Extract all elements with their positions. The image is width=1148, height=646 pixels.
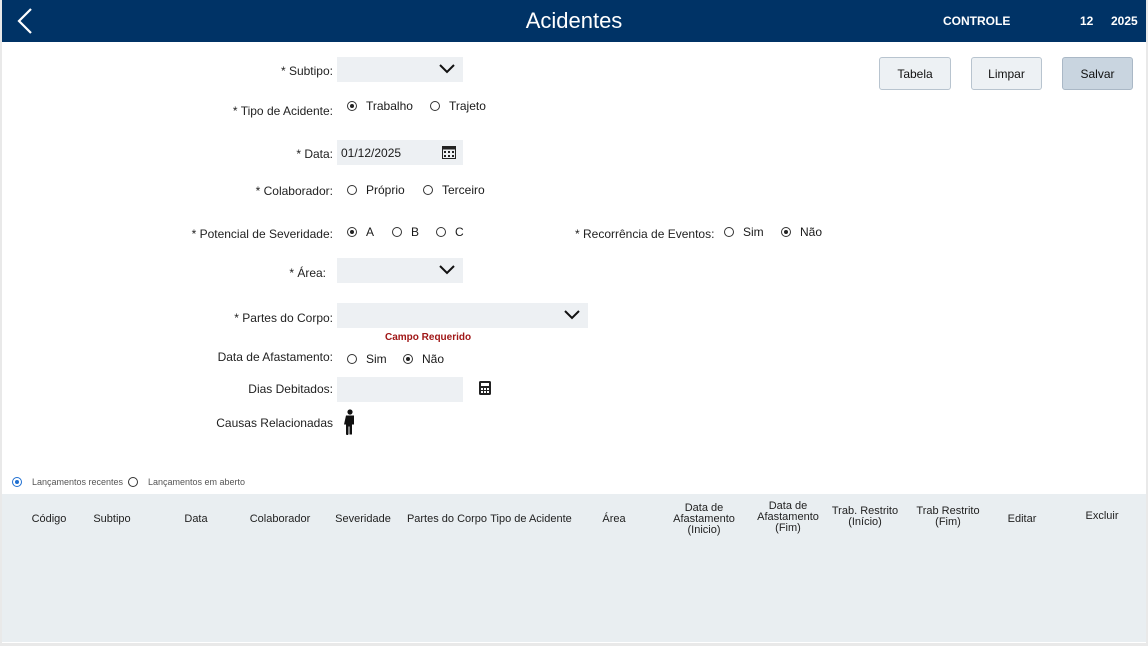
column-header-excluir: Excluir bbox=[1085, 509, 1119, 522]
colaborador-terceiro-radio[interactable]: Terceiro bbox=[423, 183, 485, 197]
column-header-subtipo: Subtipo bbox=[93, 512, 131, 525]
column-header-severidade: Severidade bbox=[335, 512, 391, 525]
severidade-b-radio[interactable]: B bbox=[392, 225, 419, 239]
radio-selected-icon bbox=[347, 101, 357, 111]
tipo-acidente-label: * Tipo de Acidente: bbox=[232, 104, 333, 118]
column-header-tipo-acidente: Tipo de Acidente bbox=[490, 512, 572, 525]
radio-unselected-icon bbox=[347, 354, 357, 364]
colaborador-proprio-label: Próprio bbox=[366, 183, 405, 197]
column-header-partes-corpo: Partes do Corpo bbox=[406, 512, 488, 525]
partes-corpo-label: * Partes do Corpo: bbox=[234, 311, 333, 325]
column-header-trab-restrito-fim: Trab Restrito (Fim) bbox=[916, 505, 980, 528]
tipo-trajeto-radio[interactable]: Trajeto bbox=[430, 99, 486, 113]
data-afastamento-label: Data de Afastamento: bbox=[217, 350, 333, 364]
recorrencia-nao-label: Não bbox=[800, 225, 823, 239]
salvar-button[interactable]: Salvar bbox=[1062, 57, 1133, 90]
radio-unselected-icon bbox=[724, 227, 734, 237]
tipo-trabalho-radio[interactable]: Trabalho bbox=[347, 99, 413, 113]
column-header-editar: Editar bbox=[1007, 512, 1037, 525]
subtipo-label: * Subtipo: bbox=[280, 64, 333, 78]
afastamento-nao-radio[interactable]: Não bbox=[403, 352, 444, 366]
colaborador-label: * Colaborador: bbox=[255, 184, 333, 198]
calculator-icon[interactable] bbox=[479, 381, 491, 395]
partes-corpo-dropdown[interactable] bbox=[337, 303, 588, 328]
column-header-data: Data bbox=[184, 512, 208, 525]
afastamento-sim-radio[interactable]: Sim bbox=[347, 352, 387, 366]
radio-unselected-icon bbox=[430, 101, 440, 111]
app-window: Acidentes CONTROLE 12 2025 Tabela Limpar… bbox=[2, 0, 1146, 643]
tipo-trabalho-label: Trabalho bbox=[366, 99, 413, 113]
tipo-trajeto-label: Trajeto bbox=[449, 99, 486, 113]
severidade-a-label: A bbox=[366, 225, 375, 239]
causas-label: Causas Relacionadas bbox=[216, 416, 333, 430]
colaborador-terceiro-label: Terceiro bbox=[442, 183, 485, 197]
header-month: 12 bbox=[1080, 14, 1094, 28]
severidade-c-radio[interactable]: C bbox=[436, 225, 464, 239]
afastamento-sim-label: Sim bbox=[366, 352, 387, 366]
area-dropdown[interactable] bbox=[337, 258, 463, 283]
header-bar: Acidentes CONTROLE 12 2025 bbox=[2, 0, 1146, 42]
radio-selected-icon bbox=[347, 227, 357, 237]
chevron-down-icon bbox=[564, 310, 580, 320]
radio-selected-icon bbox=[12, 477, 22, 487]
calendar-icon[interactable] bbox=[442, 145, 456, 159]
limpar-button[interactable]: Limpar bbox=[971, 57, 1042, 90]
header-year: 2025 bbox=[1111, 14, 1138, 28]
radio-unselected-icon bbox=[436, 227, 446, 237]
column-header-colaborador: Colaborador bbox=[249, 512, 311, 525]
severidade-a-radio[interactable]: A bbox=[347, 225, 374, 239]
control-label: CONTROLE bbox=[943, 14, 1011, 28]
radio-unselected-icon bbox=[392, 227, 402, 237]
radio-unselected-icon bbox=[347, 185, 357, 195]
em-aberto-radio[interactable]: Lançamentos em aberto bbox=[128, 477, 245, 487]
severidade-label: * Potencial de Severidade: bbox=[191, 227, 333, 241]
data-value: 01/12/2025 bbox=[341, 146, 402, 160]
records-table: Código Subtipo Data Colaborador Severidade Pa… bbox=[2, 494, 1146, 642]
dias-debitados-input[interactable] bbox=[337, 377, 463, 402]
recorrencia-label: * Recorrência de Eventos: bbox=[575, 227, 715, 241]
afastamento-nao-label: Não bbox=[422, 352, 445, 366]
data-label: * Data: bbox=[296, 147, 333, 161]
column-header-trab-restrito-inicio: Trab. Restrito (Início) bbox=[831, 505, 899, 528]
radio-unselected-icon bbox=[423, 185, 433, 195]
column-header-afast-fim: Data de Afastamento (Fim) bbox=[757, 499, 819, 534]
radio-unselected-icon bbox=[128, 477, 138, 487]
radio-selected-icon bbox=[403, 354, 413, 364]
partes-corpo-error: Campo Requerido bbox=[385, 332, 472, 343]
colaborador-proprio-radio[interactable]: Próprio bbox=[347, 183, 405, 197]
data-input[interactable]: 01/12/2025 bbox=[337, 140, 463, 165]
subtipo-dropdown[interactable] bbox=[337, 57, 463, 82]
recorrencia-sim-radio[interactable]: Sim bbox=[724, 225, 764, 239]
recorrencia-nao-radio[interactable]: Não bbox=[781, 225, 822, 239]
chevron-down-icon bbox=[439, 265, 455, 275]
tabela-button[interactable]: Tabela bbox=[879, 57, 951, 90]
recorrencia-sim-label: Sim bbox=[743, 225, 764, 239]
recentes-label: Lançamentos recentes bbox=[32, 477, 124, 487]
dias-debitados-label: Dias Debitados: bbox=[248, 382, 333, 396]
radio-selected-icon bbox=[781, 227, 791, 237]
em-aberto-label: Lançamentos em aberto bbox=[148, 477, 246, 487]
person-cause-icon[interactable] bbox=[343, 409, 357, 436]
area-label: * Área: bbox=[289, 266, 326, 280]
severidade-b-label: B bbox=[411, 225, 420, 239]
column-header-area: Área bbox=[602, 512, 626, 525]
chevron-down-icon bbox=[439, 64, 455, 74]
severidade-c-label: C bbox=[455, 225, 464, 239]
column-header-afast-inicio: Data de Afastamento (Inicio) bbox=[673, 501, 735, 536]
recentes-radio[interactable]: Lançamentos recentes bbox=[12, 477, 123, 487]
